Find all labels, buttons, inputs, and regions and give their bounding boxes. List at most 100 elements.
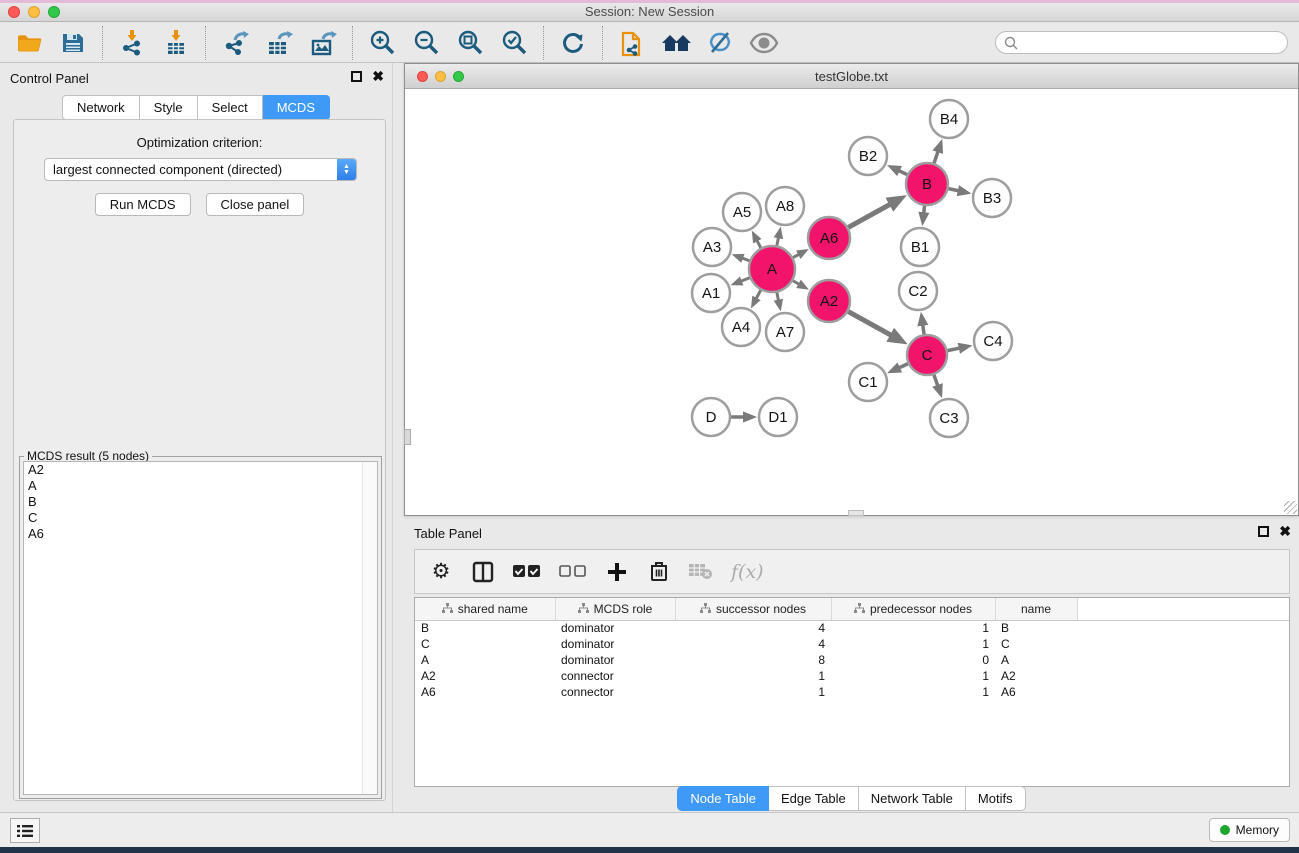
select-all-columns-icon[interactable]: [513, 557, 541, 587]
zoom-out-icon[interactable]: [409, 27, 443, 59]
edge-A-A6[interactable]: [793, 252, 803, 258]
edge-A-A2[interactable]: [793, 281, 804, 287]
tab-mcds[interactable]: MCDS: [263, 95, 330, 120]
import-table-icon[interactable]: [159, 27, 193, 59]
table-cell[interactable]: dominator: [555, 636, 675, 652]
zoom-in-icon[interactable]: [365, 27, 399, 59]
result-item[interactable]: A6: [24, 526, 362, 542]
table-cell[interactable]: 1: [675, 684, 831, 700]
float-table-panel-icon[interactable]: [1258, 526, 1269, 537]
new-network-from-file-icon[interactable]: [615, 27, 649, 59]
table-cell[interactable]: A: [415, 652, 555, 668]
split-columns-icon[interactable]: [471, 557, 495, 587]
edge-A-A4[interactable]: [754, 290, 761, 303]
table-cell[interactable]: A: [995, 652, 1077, 668]
tab-network[interactable]: Network: [62, 95, 140, 120]
table-cell[interactable]: 1: [831, 684, 995, 700]
table-cell[interactable]: C: [995, 636, 1077, 652]
table-cell[interactable]: C: [415, 636, 555, 652]
table-cell[interactable]: 4: [675, 620, 831, 636]
export-image-icon[interactable]: [306, 27, 340, 59]
edge-C-C3[interactable]: [934, 375, 940, 392]
table-cell[interactable]: 1: [831, 620, 995, 636]
table-cell[interactable]: connector: [555, 668, 675, 684]
refresh-icon[interactable]: [556, 27, 590, 59]
network-window-titlebar[interactable]: testGlobe.txt: [405, 64, 1298, 89]
window-resize-grip[interactable]: [1284, 501, 1297, 514]
tab-edge-table[interactable]: Edge Table: [769, 786, 859, 811]
export-network-icon[interactable]: [218, 27, 252, 59]
edge-C-C1[interactable]: [893, 364, 907, 371]
edge-B-B3[interactable]: [949, 189, 965, 192]
table-cell[interactable]: connector: [555, 684, 675, 700]
export-table-icon[interactable]: [262, 27, 296, 59]
result-item[interactable]: B: [24, 494, 362, 510]
column-header-MCDS-role[interactable]: MCDS role: [555, 598, 675, 620]
mcds-result-list[interactable]: A2ABCA6: [23, 461, 378, 795]
import-network-icon[interactable]: [115, 27, 149, 59]
close-panel-button[interactable]: Close panel: [206, 193, 305, 216]
close-table-panel-icon[interactable]: ✖: [1279, 526, 1291, 537]
edge-B-B2[interactable]: [893, 168, 907, 175]
zoom-selected-icon[interactable]: [497, 27, 531, 59]
table-cell[interactable]: dominator: [555, 620, 675, 636]
task-history-button[interactable]: [10, 818, 40, 843]
show-hide-panel-icon[interactable]: [747, 27, 781, 59]
tab-motifs[interactable]: Motifs: [966, 786, 1026, 811]
table-row[interactable]: Bdominator41B: [415, 620, 1289, 636]
canvas-horizontal-scroll-nub[interactable]: [848, 510, 864, 516]
node-table[interactable]: shared nameMCDS rolesuccessor nodesprede…: [414, 597, 1290, 787]
search-input[interactable]: [1023, 36, 1279, 50]
table-cell[interactable]: 1: [675, 668, 831, 684]
table-cell[interactable]: 4: [675, 636, 831, 652]
table-row[interactable]: A6connector11A6: [415, 684, 1289, 700]
table-cell[interactable]: B: [995, 620, 1077, 636]
tab-network-table[interactable]: Network Table: [859, 786, 966, 811]
unselect-all-columns-icon[interactable]: [559, 557, 587, 587]
table-cell[interactable]: A6: [995, 684, 1077, 700]
search-field[interactable]: [995, 31, 1288, 54]
edge-C-C2[interactable]: [922, 319, 924, 334]
table-cell[interactable]: A2: [995, 668, 1077, 684]
table-cell[interactable]: 1: [831, 668, 995, 684]
table-cell[interactable]: A2: [415, 668, 555, 684]
delete-column-icon[interactable]: [647, 557, 671, 587]
run-mcds-button[interactable]: Run MCDS: [95, 193, 191, 216]
edge-A2-C[interactable]: [848, 312, 899, 340]
table-cell[interactable]: A6: [415, 684, 555, 700]
table-cell[interactable]: 0: [831, 652, 995, 668]
edge-A-A7[interactable]: [777, 293, 780, 306]
table-row[interactable]: Adominator80A: [415, 652, 1289, 668]
add-column-icon[interactable]: [605, 557, 629, 587]
criterion-dropdown[interactable]: largest connected component (directed) ▲…: [44, 158, 357, 181]
edge-A-A5[interactable]: [755, 236, 761, 248]
edge-A-A8[interactable]: [777, 232, 780, 245]
network-canvas[interactable]: AA6A2BCA1A3A4A5A7A8B1B2B3B4C1C2C3C4DD1: [405, 89, 1298, 515]
network-graph[interactable]: AA6A2BCA1A3A4A5A7A8B1B2B3B4C1C2C3C4DD1: [405, 89, 1298, 515]
edge-B-B4[interactable]: [934, 146, 940, 164]
home-view-icon[interactable]: [659, 27, 693, 59]
column-header-successor-nodes[interactable]: successor nodes: [675, 598, 831, 620]
open-session-icon[interactable]: [12, 27, 46, 59]
tab-node-table[interactable]: Node Table: [677, 786, 769, 811]
table-cell[interactable]: B: [415, 620, 555, 636]
zoom-fit-icon[interactable]: [453, 27, 487, 59]
table-row[interactable]: Cdominator41C: [415, 636, 1289, 652]
table-settings-icon[interactable]: ⚙: [429, 557, 453, 587]
result-item[interactable]: A2: [24, 462, 362, 478]
edge-A6-B[interactable]: [848, 200, 898, 227]
table-cell[interactable]: 8: [675, 652, 831, 668]
result-item[interactable]: C: [24, 510, 362, 526]
edge-A-A1[interactable]: [736, 278, 750, 283]
result-item[interactable]: A: [24, 478, 362, 494]
close-panel-icon[interactable]: ✖: [372, 71, 384, 82]
table-row[interactable]: A2connector11A2: [415, 668, 1289, 684]
column-header-predecessor-nodes[interactable]: predecessor nodes: [831, 598, 995, 620]
tab-select[interactable]: Select: [198, 95, 263, 120]
column-header-name[interactable]: name: [995, 598, 1077, 620]
memory-button[interactable]: Memory: [1209, 818, 1290, 842]
edge-B-B1[interactable]: [923, 206, 924, 219]
edge-A-A3[interactable]: [737, 256, 749, 260]
result-list-scrollbar[interactable]: [362, 462, 377, 794]
canvas-vertical-scroll-nub[interactable]: [404, 429, 411, 445]
